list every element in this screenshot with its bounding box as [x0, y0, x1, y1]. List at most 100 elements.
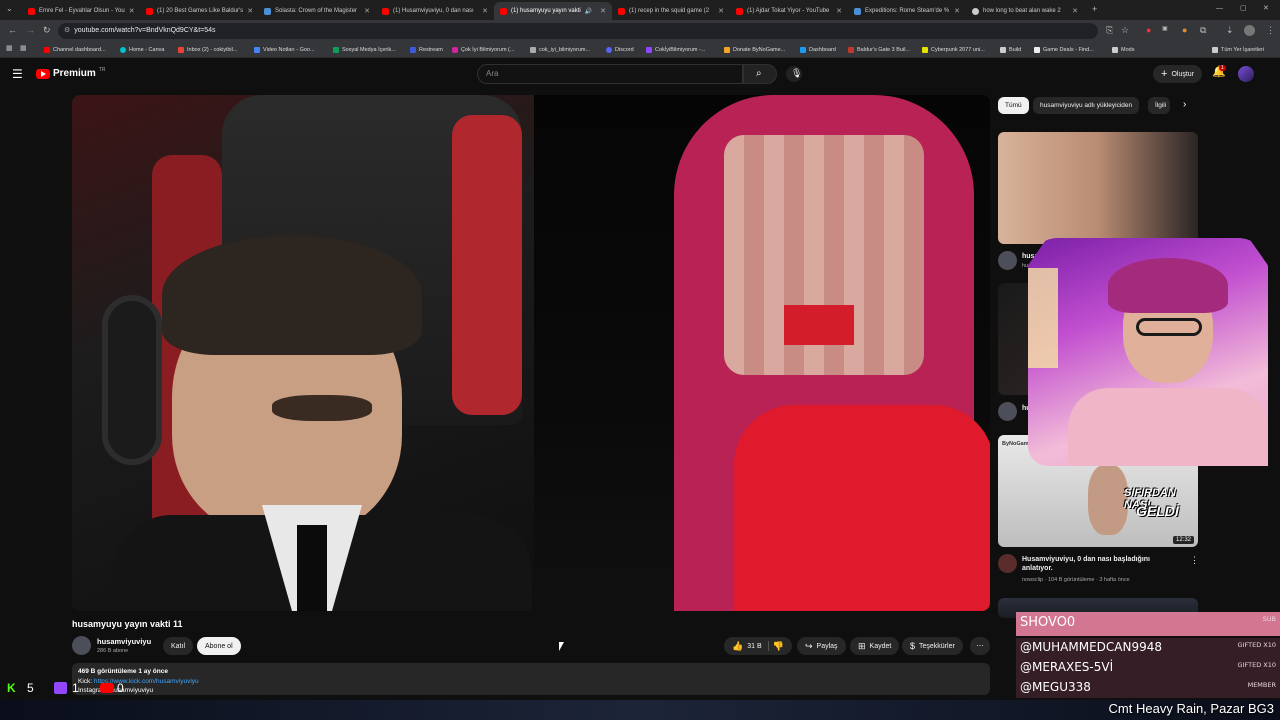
browser-tab[interactable]: Expeditions: Rome Steam'de % ✕ [848, 2, 966, 20]
browser-tab-active[interactable]: (1) husamyuyu yayın vakti 🔊 ✕ [494, 2, 612, 20]
microphone-icon: 🎙 [791, 68, 803, 78]
more-vertical-icon[interactable]: ⋮ [1190, 556, 1199, 565]
like-dislike-group: 👍 31 B 👎 [724, 637, 792, 655]
bookmark-item[interactable]: Çok İyi Bilmiyorum (... [452, 44, 514, 56]
downloads-icon[interactable]: ⇣ [1226, 26, 1234, 35]
close-tab-icon[interactable]: ✕ [364, 7, 370, 15]
close-tab-icon[interactable]: ✕ [954, 7, 960, 15]
bookmark-item[interactable]: cok_iyi_bilmiyorum... [530, 44, 590, 56]
close-tab-icon[interactable]: ✕ [1072, 7, 1078, 15]
browser-tab[interactable]: (1) Ajdar Tokat Yiyor - YouTube ✕ [730, 2, 848, 20]
save-button[interactable]: ⊞ Kaydet [850, 637, 900, 655]
more-actions-button[interactable]: ⋯ [970, 637, 990, 655]
youtube-logo-icon [100, 683, 114, 693]
hamburger-menu-icon[interactable]: ☰ [12, 68, 23, 80]
bookmark-item[interactable]: Restream [410, 44, 443, 56]
bookmark-item[interactable]: Game Deals - Find... [1034, 44, 1094, 56]
discord-favicon-icon [606, 47, 612, 53]
speaker-icon[interactable]: 🔊 [585, 8, 592, 15]
browser-tab[interactable]: (1) Husamviyuviyu, 0 dan nası ✕ [376, 2, 494, 20]
browser-tab[interactable]: how long to beat alan wake 2 ✕ [966, 2, 1084, 20]
channel-avatar[interactable] [72, 636, 91, 655]
chip-related[interactable]: İlgili [1148, 97, 1170, 114]
search-button[interactable]: ⌕ [743, 64, 777, 84]
create-button[interactable]: + Oluştur [1153, 65, 1202, 83]
browser-tab[interactable]: (1) recep in the squid game (2 ✕ [612, 2, 730, 20]
browser-tab[interactable]: Emre Fel - Eyvahlar Olsun - You ✕ [22, 2, 140, 20]
bookmark-item[interactable]: Discord [606, 44, 634, 56]
bookmark-folder[interactable]: Build [1000, 44, 1021, 56]
extension-icon[interactable]: ● [1146, 26, 1151, 35]
bookmark-item[interactable]: Inbox (2) - cokiyibil... [178, 44, 237, 56]
bookmark-item[interactable]: Video Notları - Goo... [254, 44, 315, 56]
video-title[interactable]: Husamviyuviyu, 0 dan nası başladığını an… [1022, 555, 1182, 573]
extension-icon[interactable]: ● [1182, 26, 1187, 35]
bookmark-star-icon[interactable]: ☆ [1121, 26, 1129, 35]
all-bookmarks-folder[interactable]: Tüm Yer İşaretleri [1212, 44, 1264, 56]
channel-name[interactable]: husamviyuviyu [97, 637, 151, 646]
browser-tab[interactable]: (1) 20 Best Games Like Baldur's ✕ [140, 2, 258, 20]
bookmark-item[interactable]: Home - Canva [120, 44, 164, 56]
bookmark-item[interactable]: Cyberpunk 2077 uni... [922, 44, 985, 56]
bookmark-item[interactable]: Donate ByNoGame... [724, 44, 785, 56]
minimize-icon[interactable]: — [1216, 5, 1223, 12]
share-button[interactable]: ↪ Paylaş [797, 637, 846, 655]
close-window-icon[interactable]: ✕ [1263, 5, 1269, 12]
bookmark-item[interactable]: Baldur's Gate 3 Buil... [848, 44, 910, 56]
notification-badge: 1 [1219, 65, 1226, 71]
video-thumbnail[interactable] [998, 132, 1198, 244]
channel-avatar[interactable] [998, 402, 1017, 421]
close-tab-icon[interactable]: ✕ [836, 7, 842, 15]
folder-icon [1000, 47, 1006, 53]
bookmark-item[interactable]: Dashboard [800, 44, 836, 56]
like-count[interactable]: 31 B [747, 643, 761, 650]
thumbs-down-icon[interactable]: 👎 [773, 641, 784, 652]
extension-icon[interactable]: ▣ [1162, 26, 1168, 32]
chip-from-uploader[interactable]: husamviyuviyu adlı yükleyiciden [1033, 97, 1140, 114]
bookmark-item[interactable]: Channel dashboard... [44, 44, 106, 56]
video-player[interactable] [72, 95, 990, 611]
browser-tab[interactable]: Solasta: Crown of the Magister ✕ [258, 2, 376, 20]
join-button[interactable]: Katıl [163, 637, 194, 655]
close-tab-icon[interactable]: ✕ [247, 7, 253, 15]
forward-icon[interactable]: → [26, 26, 35, 35]
canva-favicon-icon [120, 47, 126, 53]
address-bar[interactable]: ⚙ youtube.com/watch?v=BndVknQd9CY&t=54s [58, 23, 1098, 39]
apps-icon[interactable]: ▦ [6, 45, 13, 52]
bookmark-item[interactable]: CokİyiBilmiyorum -... [646, 44, 705, 56]
close-tab-icon[interactable]: ✕ [600, 7, 606, 15]
webcam-overlay [1028, 238, 1268, 466]
chip-all[interactable]: Tümü [998, 97, 1029, 114]
account-avatar[interactable] [1238, 66, 1254, 82]
youtube-premium-logo[interactable]: Premium TR [36, 67, 105, 79]
close-tab-icon[interactable]: ✕ [129, 7, 135, 15]
bookmark-folder[interactable]: Mods [1112, 44, 1134, 56]
grid-icon[interactable]: ▦ [20, 45, 27, 52]
back-icon[interactable]: ← [8, 26, 17, 35]
subscribe-button[interactable]: Abone ol [197, 637, 241, 655]
browser-menu-icon[interactable]: ⋮ [1266, 26, 1275, 35]
search-input[interactable]: Ara [477, 64, 743, 84]
reload-icon[interactable]: ↻ [43, 26, 51, 35]
chevron-right-icon[interactable]: › [1183, 100, 1186, 110]
thumbs-up-icon[interactable]: 👍 [732, 641, 743, 652]
channel-avatar[interactable] [998, 554, 1017, 573]
bookmark-item[interactable]: Sosyal Medya İçerik... [333, 44, 396, 56]
voice-search-button[interactable]: 🎙 [786, 66, 802, 82]
tab-search-icon[interactable]: ⌄ [6, 5, 13, 13]
maximize-icon[interactable]: ▢ [1240, 5, 1247, 12]
description-box[interactable]: 469 B görüntüleme 1 ay önce Kick: https:… [72, 663, 990, 695]
site-info-icon[interactable]: ⚙ [64, 27, 70, 34]
cast-icon[interactable]: ⎘ [1106, 26, 1113, 35]
channel-avatar[interactable] [998, 251, 1017, 270]
share-arrow-icon: ↪ [805, 640, 813, 651]
thanks-button[interactable]: $ Teşekkürler [902, 637, 963, 655]
docs-favicon-icon [254, 47, 260, 53]
video-duration: 12:32 [1172, 536, 1194, 544]
new-tab-icon[interactable]: + [1092, 5, 1097, 14]
close-tab-icon[interactable]: ✕ [482, 7, 488, 15]
profile-avatar[interactable] [1244, 25, 1255, 36]
extensions-puzzle-icon[interactable]: ⧉ [1200, 26, 1206, 35]
close-tab-icon[interactable]: ✕ [718, 7, 724, 15]
thumb-face [1088, 465, 1128, 535]
